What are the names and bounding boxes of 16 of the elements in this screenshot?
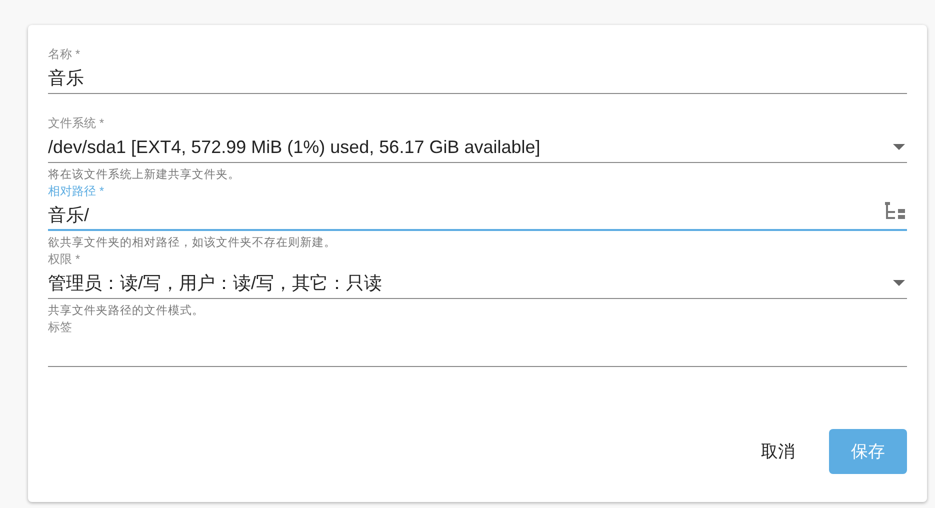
- dropdown-caret-icon[interactable]: [893, 144, 905, 150]
- helper-text: 将在该文件系统上新建共享文件夹。: [48, 168, 241, 182]
- helper-text: 欲共享文件夹的相对路径，如该文件夹不存在则新建。: [48, 236, 337, 250]
- field-label: 标签: [48, 319, 72, 335]
- input-field[interactable]: /dev/sda1 [EXT4, 572.99 MiB (1%) used, 56.17 GiB available]: [48, 132, 907, 163]
- input-field[interactable]: 音乐: [48, 63, 907, 94]
- field-label: 名称 *: [48, 46, 80, 62]
- helper-text: 共享文件夹路径的文件模式。: [48, 304, 205, 318]
- input-field[interactable]: 音乐/: [48, 200, 907, 231]
- dropdown-caret-icon[interactable]: [893, 280, 905, 286]
- cancel-button[interactable]: 取消: [739, 429, 817, 474]
- field-label: 文件系统 *: [48, 115, 104, 131]
- field-label: 相对路径 *: [48, 183, 104, 199]
- field-label: 权限 *: [48, 251, 80, 267]
- input-field[interactable]: 管理员：读/写，用户：读/写，其它：只读: [48, 268, 907, 299]
- folder-tree-icon[interactable]: [885, 202, 905, 222]
